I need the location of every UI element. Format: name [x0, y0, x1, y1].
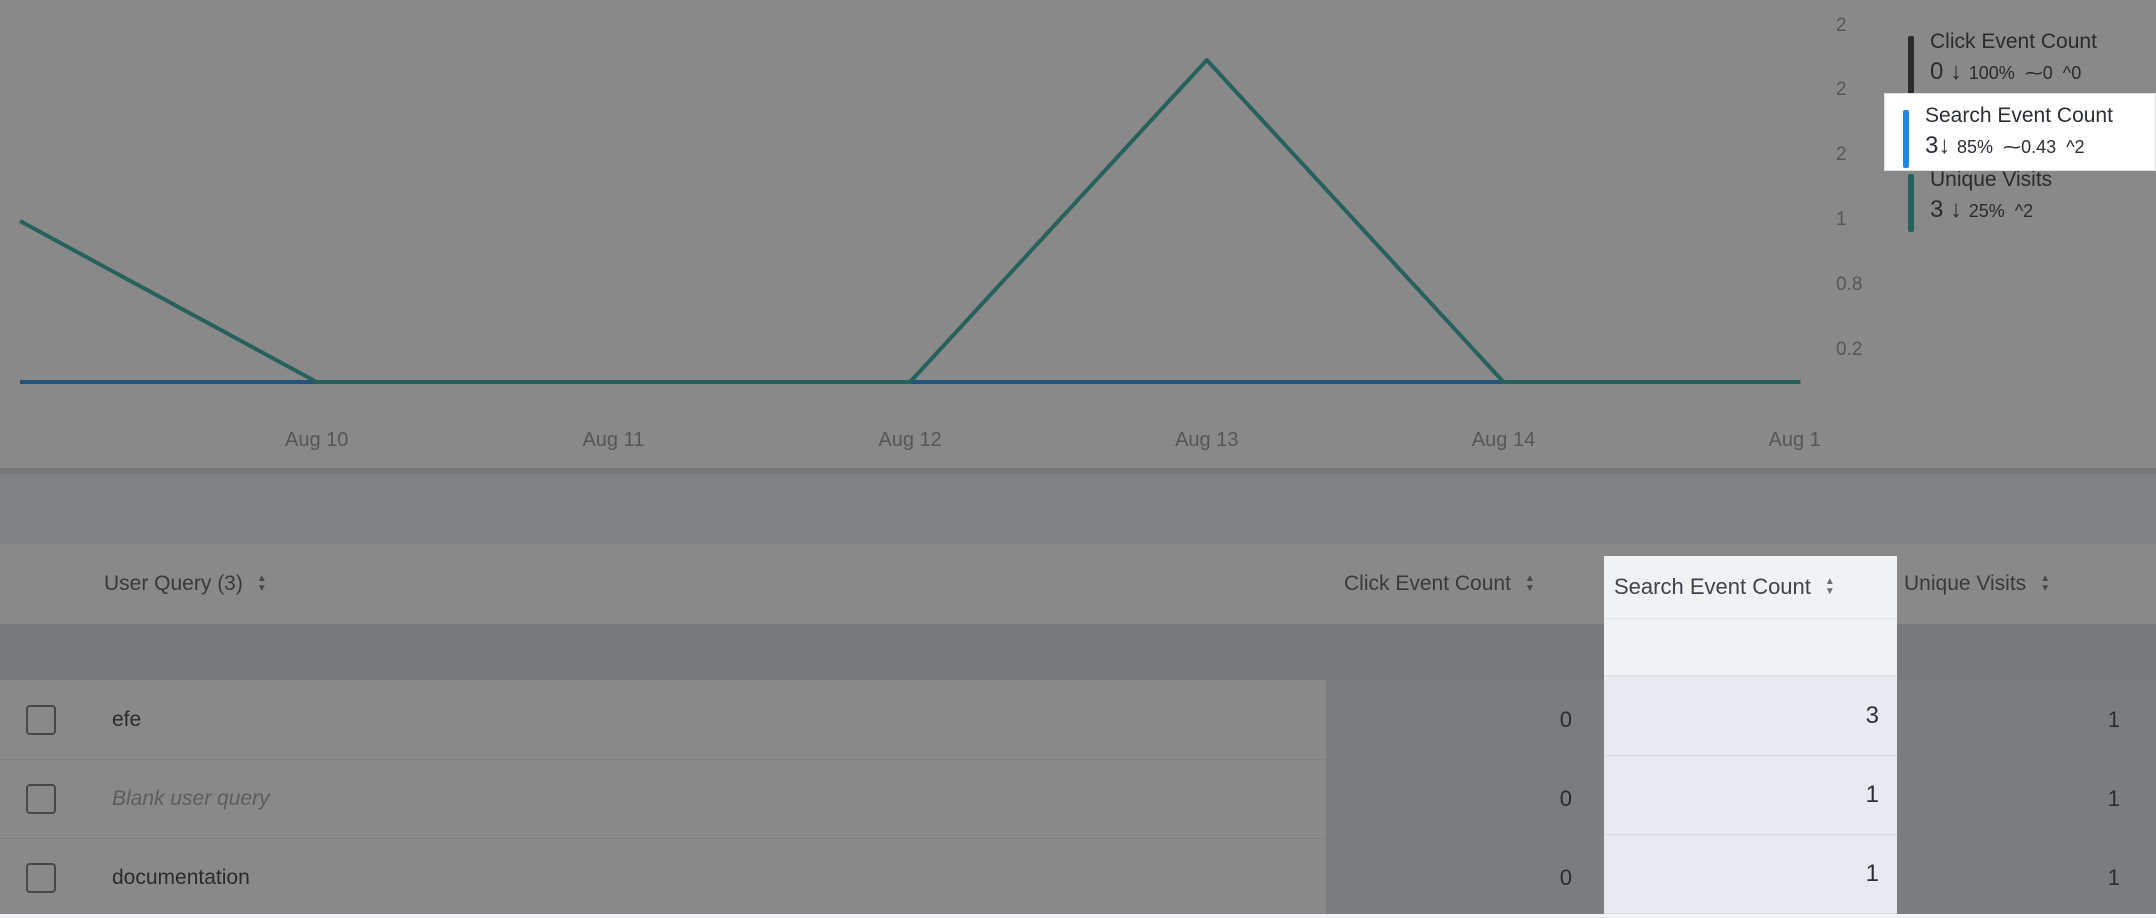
x-tick-label: Aug 11 [582, 429, 644, 451]
cell-unique-visits: 1 [2107, 706, 2120, 732]
y-tick-label: 2 [1836, 15, 1847, 36]
cell-unique-visits: 1 [2107, 864, 2120, 890]
cell-search-count: 1 [1604, 756, 1897, 835]
cell-search-count: 1 [1604, 835, 1897, 914]
checkbox-icon[interactable] [26, 705, 56, 735]
highlighted-column-search-event-count[interactable]: Search Event Count ▲ ▼ 3 1 1 [1604, 556, 1897, 914]
cell-user-query[interactable]: documentation [112, 838, 250, 917]
column-header-click-event-count[interactable]: Click Event Count ▲ ▼ [1344, 544, 1535, 624]
column-header-unique-visits[interactable]: Unique Visits ▲ ▼ [1904, 544, 2050, 624]
y-tick-label: 0.2 [1836, 339, 1863, 360]
legend-series-name: Unique Visits [1930, 168, 2053, 191]
sort-icon[interactable]: ▲ ▼ [2040, 574, 2050, 594]
legend-series-stats: 0 ↓ 100% ⁓0 ^0 [1930, 58, 2082, 85]
sort-icon[interactable]: ▲ ▼ [1525, 574, 1535, 594]
cell-click-count: 0 [1559, 864, 1572, 890]
y-tick-label: 2 [1836, 144, 1847, 165]
legend-series-name: Click Event Count [1930, 30, 2097, 53]
cell-user-query[interactable]: Blank user query [112, 759, 270, 838]
y-tick-label: 0.8 [1836, 274, 1863, 295]
line-chart: Aug 10 Aug 11 Aug 12 Aug 13 Aug 14 Aug 15 [19, 58, 1820, 451]
legend-item-click[interactable]: Click Event Count 0 ↓ 100% ⁓0 ^0 [1890, 20, 2140, 96]
column-subheader [1604, 619, 1897, 677]
series-color-bar [1908, 36, 1914, 94]
column-header-user-query[interactable]: User Query (3) ▲ ▼ [104, 544, 267, 624]
y-tick-label: 2 [1836, 79, 1847, 100]
series-color-bar [1908, 174, 1914, 232]
legend-series-stats: 3 ↓ 25% ^2 [1930, 196, 2034, 223]
column-header-search-event-count[interactable]: Search Event Count ▲ ▼ [1604, 556, 1897, 619]
sort-icon[interactable]: ▲ ▼ [257, 574, 267, 594]
series-color-bar [1903, 110, 1909, 168]
x-tick-label: Aug 14 [1472, 429, 1535, 451]
legend-series-stats: 3↓ 85% ⁓0.43 ^2 [1925, 132, 2085, 159]
checkbox-icon[interactable] [26, 784, 56, 814]
x-tick-label: Aug 13 [1175, 429, 1238, 451]
y-tick-label: 1 [1836, 209, 1847, 230]
x-tick-label: Aug 10 [285, 429, 348, 451]
legend-series-name: Search Event Count [1925, 104, 2113, 127]
cell-unique-visits: 1 [2107, 785, 2120, 811]
legend-item-search[interactable]: Search Event Count 3↓ 85% ⁓0.43 ^2 [1885, 94, 2155, 170]
chart-area: Aug 10 Aug 11 Aug 12 Aug 13 Aug 14 Aug 15 2 2 2… [0, 0, 2156, 470]
x-tick-label: Aug 12 [878, 429, 941, 451]
cell-click-count: 0 [1559, 785, 1572, 811]
chart-legend: Click Event Count 0 ↓ 100% ⁓0 ^0 Search Ev… [1885, 20, 2155, 234]
toolbar-band [0, 474, 2156, 544]
cell-user-query[interactable]: efe [112, 680, 141, 759]
cell-click-count: 0 [1559, 706, 1572, 732]
sort-icon[interactable]: ▲ ▼ [1825, 577, 1835, 597]
series-line-unique-visits [19, 58, 1801, 384]
checkbox-icon[interactable] [26, 863, 56, 893]
x-tick-label: Aug 15 [1769, 429, 1820, 451]
cell-search-count: 3 [1604, 677, 1897, 756]
